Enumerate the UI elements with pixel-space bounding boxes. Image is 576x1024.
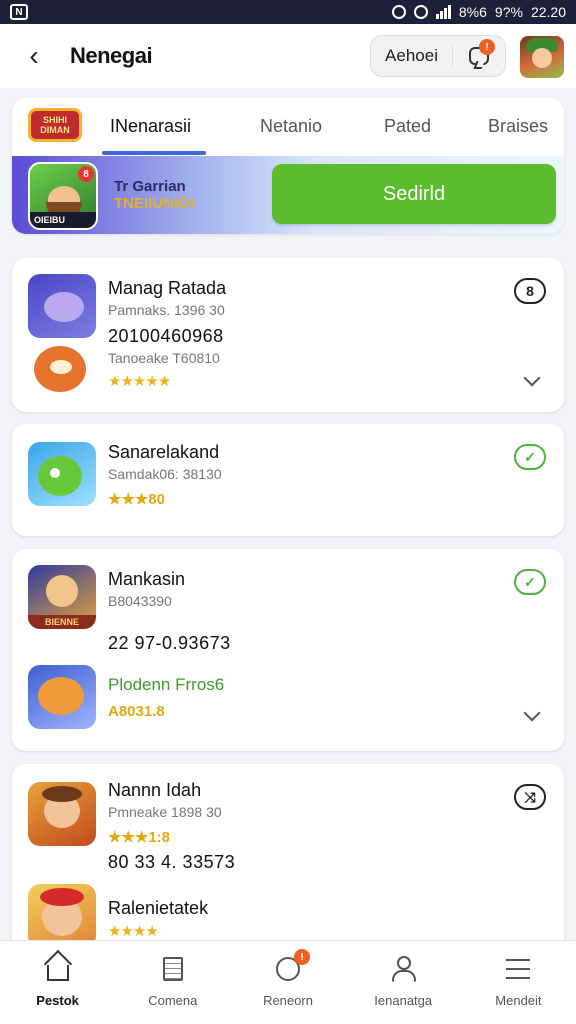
app-header: ‹ Nenegai Aehoei ! <box>0 24 576 88</box>
item-subtitle: Pamnaks. 1396 30 <box>108 302 225 318</box>
list-item[interactable]: Nannn Idah Pmneake 1898 30 ★★★1:8 80 33 … <box>12 764 564 954</box>
item-action-button[interactable]: 8 <box>514 278 546 304</box>
item-rating: A8031.8 <box>108 703 165 720</box>
nav-item-menu[interactable]: Mendeit <box>461 941 576 1024</box>
nav-item-messages[interactable]: ! Reneorn <box>230 941 345 1024</box>
alarm-icon <box>391 5 406 19</box>
tab-active[interactable]: INenarasii <box>110 116 191 137</box>
header-action-button[interactable]: Aehoei <box>371 46 453 66</box>
app-notification-icon: N <box>10 4 28 20</box>
tab-2[interactable]: Netanio <box>260 116 322 137</box>
item-action-button[interactable]: ✓ <box>514 569 546 595</box>
nav-item-documents[interactable]: Comena <box>115 941 230 1024</box>
back-arrow-icon: ‹ <box>29 40 39 71</box>
game-icon <box>28 274 96 338</box>
game-icon <box>28 884 96 948</box>
install-button[interactable]: Sedirld <box>272 164 556 224</box>
list-item[interactable]: Sanarelakand Samdak06: 38130 ★★★80 ✓ <box>12 424 564 536</box>
page-title: Nenegai <box>70 43 153 68</box>
nav-label: Reneorn <box>263 993 313 1008</box>
item-number: 22 97-0.93673 <box>108 633 231 653</box>
game-icon <box>28 782 96 846</box>
game-logo: SHIHI DIMAN <box>28 108 82 142</box>
game-icon <box>28 665 96 729</box>
item-number: 80 33 4. 33573 <box>108 852 236 872</box>
tab-bar: SHIHI DIMAN INenarasii Netanio Pated Bra… <box>12 98 564 156</box>
item-number: 20100460968 <box>108 326 224 346</box>
item-subtitle: B8043390 <box>108 593 172 609</box>
list-item[interactable]: Manag Ratada Pamnaks. 1396 30 2010046096… <box>12 258 564 412</box>
avatar[interactable] <box>520 36 564 78</box>
chevron-down-icon[interactable] <box>523 704 541 722</box>
bottom-navigation: Pestok Comena ! Reneorn Ienanatga Mendei… <box>0 940 576 1024</box>
back-button[interactable]: ‹ <box>14 36 54 76</box>
status-bar: N 8%6 9?% 22.20 <box>0 0 576 24</box>
game-icon: BIENNE <box>28 565 96 629</box>
clock: 22.20 <box>530 4 566 20</box>
star-rating: ★★★80 <box>108 491 166 508</box>
game-icon <box>26 338 96 398</box>
chat-button[interactable]: ! <box>453 36 505 76</box>
signal-icon <box>435 5 451 19</box>
header-action-group: Aehoei ! <box>370 35 506 77</box>
promo-text: Tr Garrian TNEIIUNIOI <box>114 178 195 212</box>
promo-banner: 8 OIEIBU Tr Garrian TNEIIUNIOI Sedirld <box>12 156 564 234</box>
game-icon <box>28 442 96 506</box>
document-icon <box>162 957 183 981</box>
nav-item-home[interactable]: Pestok <box>0 941 115 1024</box>
item-action-button[interactable]: ✓ <box>514 444 546 470</box>
battery-text: 8%6 <box>458 4 487 20</box>
nav-label: Comena <box>148 993 198 1008</box>
notification-badge: ! <box>294 949 310 965</box>
nav-label: Mendeit <box>495 993 542 1008</box>
signal-text: 9?% <box>494 4 523 20</box>
star-rating: ★★★★★ <box>108 373 171 390</box>
item-title: Manag Ratada <box>108 278 227 298</box>
item-subtitle: Pmneake 1898 30 <box>108 804 222 820</box>
item-title-2: Ralenietatek <box>108 898 209 918</box>
tab-4[interactable]: Braises <box>488 116 548 137</box>
star-rating-2: ★★★★ <box>108 923 159 940</box>
notification-badge: ! <box>479 39 495 55</box>
list-item[interactable]: BIENNE Mankasin B8043390 22 97-0.93673 P… <box>12 549 564 751</box>
item-title: Sanarelakand <box>108 442 220 462</box>
promo-game-icon[interactable]: 8 OIEIBU <box>28 162 98 230</box>
item-subtitle: Samdak06: 38130 <box>108 466 222 482</box>
home-icon <box>46 965 69 981</box>
item-title: Mankasin <box>108 569 186 589</box>
settings-icon <box>413 5 428 19</box>
profile-icon <box>391 956 417 982</box>
star-rating: ★★★1:8 <box>108 829 171 846</box>
active-tab-indicator <box>102 151 206 155</box>
item-subtitle-2: Tanoeake T60810 <box>108 350 220 366</box>
item-title: Nannn Idah <box>108 780 202 800</box>
tab-3[interactable]: Pated <box>384 116 431 137</box>
featured-card: SHIHI DIMAN INenarasii Netanio Pated Bra… <box>12 98 564 234</box>
nav-item-profile[interactable]: Ienanatga <box>346 941 461 1024</box>
nav-label: Pestok <box>36 993 79 1008</box>
item-action-button[interactable]: ⤨ <box>514 784 546 810</box>
menu-icon <box>506 959 531 979</box>
promo-icon-badge: 8 <box>78 166 94 182</box>
chevron-down-icon[interactable] <box>523 369 541 387</box>
item-highlight: Plodenn Frros6 <box>108 675 225 694</box>
nav-label: Ienanatga <box>374 993 433 1008</box>
